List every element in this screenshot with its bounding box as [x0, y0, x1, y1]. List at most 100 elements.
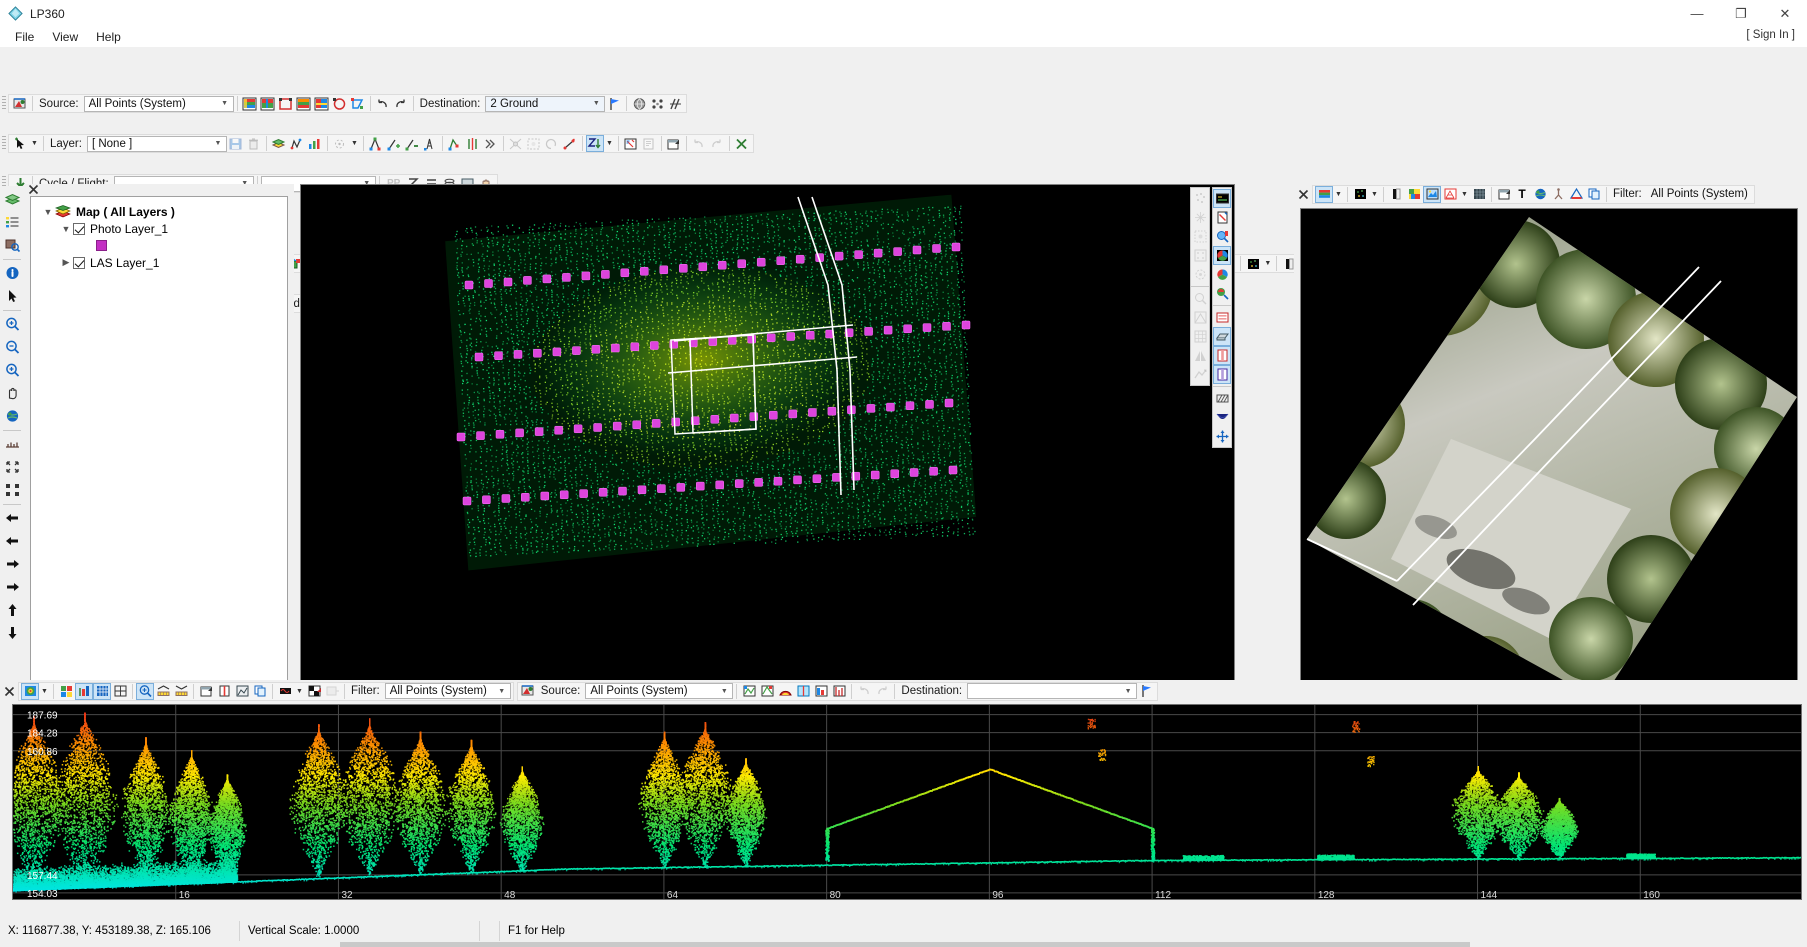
blue-flag-icon[interactable] — [1137, 683, 1155, 700]
chart-icon[interactable] — [306, 135, 324, 152]
profile-source-combo[interactable]: All Points (System) ▼ — [585, 683, 733, 699]
identify-search-icon[interactable] — [1, 234, 23, 256]
text-icon[interactable]: T — [1513, 186, 1531, 203]
profile-points-icon[interactable] — [75, 683, 93, 700]
redo-icon[interactable] — [873, 683, 891, 700]
profile-filter-combo[interactable]: All Points (System) ▼ — [385, 683, 511, 699]
grid-icon[interactable] — [1191, 327, 1209, 346]
classify-rainbow-3-icon[interactable] — [295, 95, 313, 112]
chevron-down-icon[interactable]: ▼ — [1459, 186, 1470, 203]
close-x-icon[interactable] — [1294, 186, 1312, 203]
redo-icon[interactable] — [708, 135, 726, 152]
expand-icon[interactable] — [1, 479, 23, 501]
display-icon[interactable] — [1213, 189, 1231, 208]
query-icon[interactable] — [1213, 227, 1231, 246]
profile-classify-5-icon[interactable] — [812, 683, 830, 700]
snap-icon[interactable] — [331, 135, 349, 152]
center-line-icon[interactable] — [464, 135, 482, 152]
zoom-in-icon[interactable] — [1, 313, 23, 335]
flag-icon[interactable] — [305, 683, 323, 700]
chevron-down-icon[interactable]: ▼ — [604, 135, 615, 152]
tower-icon[interactable] — [421, 135, 439, 152]
zoom-out-icon[interactable] — [1, 336, 23, 358]
blue-flag-icon[interactable] — [605, 95, 623, 112]
zoom-extent-icon[interactable] — [136, 683, 154, 700]
profile-destination-combo[interactable]: ▼ — [967, 683, 1137, 699]
slab-icon[interactable] — [1213, 327, 1231, 346]
layer-combo[interactable]: [ None ] ▼ — [87, 136, 227, 152]
chevron-down-icon[interactable]: ▼ — [1369, 186, 1380, 203]
advance-icon[interactable] — [482, 135, 500, 152]
next-extent-icon[interactable] — [1, 576, 23, 598]
info-icon[interactable] — [1, 262, 23, 284]
photo-layer-checkbox[interactable] — [73, 223, 85, 235]
color-pick-icon[interactable] — [1213, 284, 1231, 303]
grid-icon[interactable] — [93, 683, 111, 700]
chevron-down-icon[interactable]: ▼ — [59, 224, 73, 234]
points-icon[interactable] — [1351, 186, 1369, 203]
undo-icon[interactable] — [690, 135, 708, 152]
tree-node-las-layer[interactable]: ▶ LAS Layer_1 — [35, 254, 283, 271]
move-icon[interactable] — [1213, 427, 1231, 446]
minimize-button[interactable]: — — [1675, 0, 1719, 27]
toolbar-grip[interactable] — [2, 96, 6, 111]
chevron-down-icon[interactable]: ▼ — [1122, 684, 1134, 698]
copy-icon[interactable] — [251, 683, 269, 700]
sparkle-icon[interactable] — [1191, 208, 1209, 227]
horizontal-scrollbar[interactable] — [340, 942, 1470, 947]
classify-icon[interactable] — [57, 683, 75, 700]
map-view[interactable] — [300, 184, 1235, 754]
wave-icon[interactable] — [276, 683, 294, 700]
scatter-icon[interactable] — [648, 95, 666, 112]
classify-rainbow-1-icon[interactable] — [241, 95, 259, 112]
triangle-icon[interactable] — [1567, 186, 1585, 203]
hatch-icon[interactable] — [1213, 389, 1231, 408]
forward-arrow-icon[interactable] — [1, 553, 23, 575]
tree-node-map[interactable]: ▼ Map ( All Layers ) — [35, 203, 283, 220]
chevron-down-icon[interactable]: ▼ — [496, 684, 508, 698]
class-flag-icon[interactable] — [11, 95, 29, 112]
pointer-icon[interactable] — [1, 285, 23, 307]
tin-red-icon[interactable] — [1441, 186, 1459, 203]
zoom-window-icon[interactable] — [1, 359, 23, 381]
back-arrow-icon[interactable] — [1, 507, 23, 529]
profile-block-icon[interactable] — [1213, 365, 1231, 384]
photo-filter-combo[interactable]: All Points (System) — [1647, 186, 1752, 202]
props-icon[interactable] — [665, 135, 683, 152]
chevron-down-icon[interactable]: ▼ — [212, 137, 224, 151]
crosshair-icon[interactable] — [111, 683, 129, 700]
rgb-icon[interactable] — [1405, 186, 1423, 203]
shade-icon[interactable] — [1191, 346, 1209, 365]
globe-icon[interactable] — [1531, 186, 1549, 203]
map-canvas[interactable] — [301, 185, 1234, 753]
maximize-button[interactable]: ❐ — [1719, 0, 1763, 27]
chevron-down-icon[interactable]: ▼ — [29, 135, 40, 152]
globe-icon[interactable] — [1, 405, 23, 427]
full-extent-icon[interactable] — [1, 456, 23, 478]
color-ramp-icon[interactable] — [1315, 186, 1333, 203]
color-wheel-icon[interactable] — [1213, 246, 1231, 265]
export-icon[interactable] — [323, 683, 341, 700]
props-icon[interactable] — [197, 683, 215, 700]
toc-close-icon[interactable] — [24, 184, 294, 196]
photo-view[interactable] — [1300, 208, 1798, 708]
chevron-down-icon[interactable]: ▼ — [41, 207, 55, 217]
up-arrow-icon[interactable] — [1, 599, 23, 621]
profile-view[interactable]: 163248648096112128144160187.69184.28160.… — [12, 704, 1802, 900]
break-line-icon[interactable] — [446, 135, 464, 152]
cluster-icon[interactable] — [1191, 265, 1209, 284]
classify-square-icon[interactable] — [277, 95, 295, 112]
merge-icon[interactable] — [507, 135, 525, 152]
vertex-icon[interactable] — [561, 135, 579, 152]
class-flag-icon[interactable] — [520, 683, 538, 700]
notes-icon[interactable] — [622, 135, 640, 152]
menu-help[interactable]: Help — [87, 28, 130, 46]
redo-icon[interactable] — [392, 95, 410, 112]
chevron-down-icon[interactable]: ▼ — [294, 683, 305, 700]
chevron-down-icon[interactable]: ▼ — [590, 97, 602, 111]
legend-icon[interactable] — [1, 211, 23, 233]
grid-points-icon[interactable] — [1191, 246, 1209, 265]
profile-classify-4-icon[interactable] — [794, 683, 812, 700]
sign-in-link[interactable]: [ Sign In ] — [1746, 29, 1795, 41]
vector-edit-icon[interactable] — [288, 135, 306, 152]
